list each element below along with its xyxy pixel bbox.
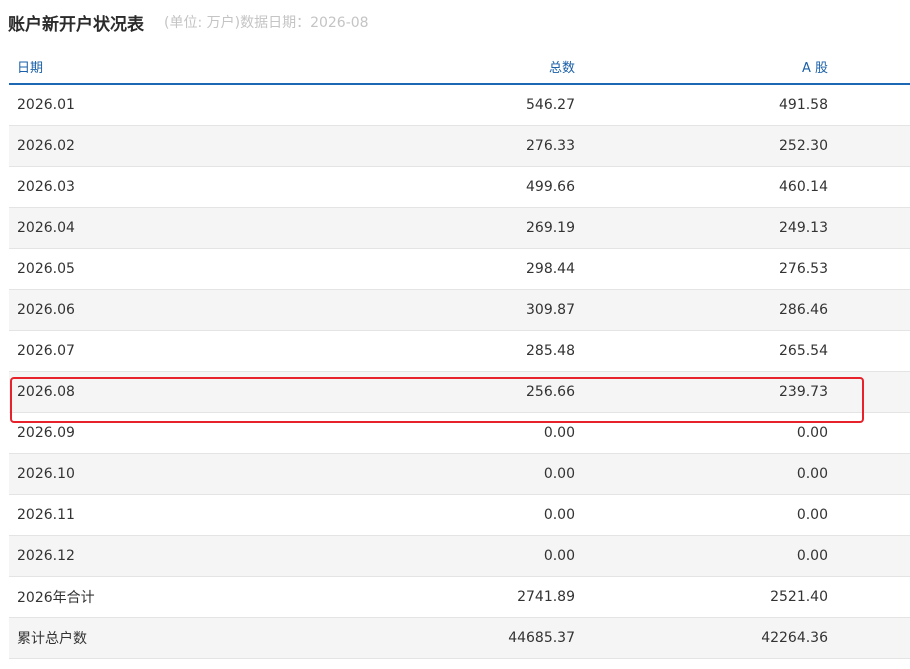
cell-total: 285.48 bbox=[277, 330, 575, 372]
cell-total: 269.19 bbox=[277, 207, 575, 249]
column-header-total[interactable]: 总数 bbox=[277, 50, 575, 85]
cell-date: 2026.12 bbox=[9, 535, 277, 577]
cell-a-share: 460.14 bbox=[575, 166, 828, 208]
table-row: 2026.03 499.66 460.14 bbox=[9, 166, 910, 208]
table-row: 2026.01 546.27 491.58 bbox=[9, 84, 910, 126]
cell-date: 2026.11 bbox=[9, 494, 277, 536]
cell-total: 499.66 bbox=[277, 166, 575, 208]
column-header-a-share[interactable]: A 股 bbox=[575, 50, 828, 85]
page-subtitle: (单位: 万户)数据日期：2026-08 bbox=[164, 15, 369, 31]
cell-spacer bbox=[828, 84, 910, 126]
cell-a-share: 239.73 bbox=[575, 371, 828, 413]
cell-date: 2026.10 bbox=[9, 453, 277, 495]
cell-spacer bbox=[828, 453, 910, 495]
cell-total: 546.27 bbox=[277, 84, 575, 126]
cell-total: 256.66 bbox=[277, 371, 575, 413]
cell-spacer bbox=[828, 371, 910, 413]
cell-spacer bbox=[828, 166, 910, 208]
table-header-row: 日期 总数 A 股 bbox=[9, 50, 910, 85]
table-row: 2026年合计 2741.89 2521.40 bbox=[9, 576, 910, 618]
cell-spacer bbox=[828, 494, 910, 536]
cell-a-share: 0.00 bbox=[575, 412, 828, 454]
cell-total: 0.00 bbox=[277, 494, 575, 536]
cell-a-share: 2521.40 bbox=[575, 576, 828, 618]
table-row: 2026.04 269.19 249.13 bbox=[9, 207, 910, 249]
table-row: 累计总户数 44685.37 42264.36 bbox=[9, 617, 910, 659]
cell-date: 2026年合计 bbox=[9, 576, 277, 618]
cell-spacer bbox=[828, 412, 910, 454]
cell-spacer bbox=[828, 535, 910, 577]
table-row: 2026.12 0.00 0.00 bbox=[9, 535, 910, 577]
cell-date: 2026.04 bbox=[9, 207, 277, 249]
cell-date: 2026.07 bbox=[9, 330, 277, 372]
cell-a-share: 42264.36 bbox=[575, 617, 828, 659]
cell-a-share: 286.46 bbox=[575, 289, 828, 331]
cell-spacer bbox=[828, 125, 910, 167]
cell-date: 2026.06 bbox=[9, 289, 277, 331]
table-row: 2026.11 0.00 0.00 bbox=[9, 494, 910, 536]
cell-total: 44685.37 bbox=[277, 617, 575, 659]
cell-total: 0.00 bbox=[277, 412, 575, 454]
table-row: 2026.05 298.44 276.53 bbox=[9, 248, 910, 290]
cell-spacer bbox=[828, 576, 910, 618]
cell-a-share: 0.00 bbox=[575, 494, 828, 536]
cell-total: 298.44 bbox=[277, 248, 575, 290]
cell-spacer bbox=[828, 248, 910, 290]
cell-total: 2741.89 bbox=[277, 576, 575, 618]
table-header: 日期 总数 A 股 bbox=[9, 50, 910, 85]
account-table-container: 日期 总数 A 股 2026.01 546.27 491.58 2026.02 276.… bbox=[9, 50, 910, 659]
cell-spacer bbox=[828, 617, 910, 659]
cell-total: 0.00 bbox=[277, 453, 575, 495]
page-title: 账户新开户状况表 bbox=[8, 14, 144, 35]
cell-total: 309.87 bbox=[277, 289, 575, 331]
cell-date: 2026.08 bbox=[9, 371, 277, 413]
cell-date: 2026.01 bbox=[9, 84, 277, 126]
column-header-date[interactable]: 日期 bbox=[9, 50, 277, 85]
cell-total: 0.00 bbox=[277, 535, 575, 577]
table-row: 2026.02 276.33 252.30 bbox=[9, 125, 910, 167]
cell-spacer bbox=[828, 207, 910, 249]
cell-a-share: 252.30 bbox=[575, 125, 828, 167]
account-table: 日期 总数 A 股 2026.01 546.27 491.58 2026.02 276.… bbox=[9, 50, 910, 659]
cell-a-share: 491.58 bbox=[575, 84, 828, 126]
table-row: 2026.09 0.00 0.00 bbox=[9, 412, 910, 454]
cell-date: 2026.03 bbox=[9, 166, 277, 208]
table-body: 2026.01 546.27 491.58 2026.02 276.33 252.30 20… bbox=[9, 84, 910, 659]
cell-total: 276.33 bbox=[277, 125, 575, 167]
cell-a-share: 0.00 bbox=[575, 453, 828, 495]
cell-a-share: 249.13 bbox=[575, 207, 828, 249]
cell-date: 累计总户数 bbox=[9, 617, 277, 659]
page-header: 账户新开户状况表 (单位: 万户)数据日期：2026-08 bbox=[8, 9, 369, 35]
column-header-spacer bbox=[828, 50, 910, 85]
cell-spacer bbox=[828, 289, 910, 331]
cell-a-share: 0.00 bbox=[575, 535, 828, 577]
cell-date: 2026.05 bbox=[9, 248, 277, 290]
cell-date: 2026.02 bbox=[9, 125, 277, 167]
table-row: 2026.07 285.48 265.54 bbox=[9, 330, 910, 372]
cell-spacer bbox=[828, 330, 910, 372]
table-row: 2026.08 256.66 239.73 bbox=[9, 371, 910, 413]
cell-a-share: 276.53 bbox=[575, 248, 828, 290]
cell-date: 2026.09 bbox=[9, 412, 277, 454]
table-row: 2026.10 0.00 0.00 bbox=[9, 453, 910, 495]
table-row: 2026.06 309.87 286.46 bbox=[9, 289, 910, 331]
cell-a-share: 265.54 bbox=[575, 330, 828, 372]
